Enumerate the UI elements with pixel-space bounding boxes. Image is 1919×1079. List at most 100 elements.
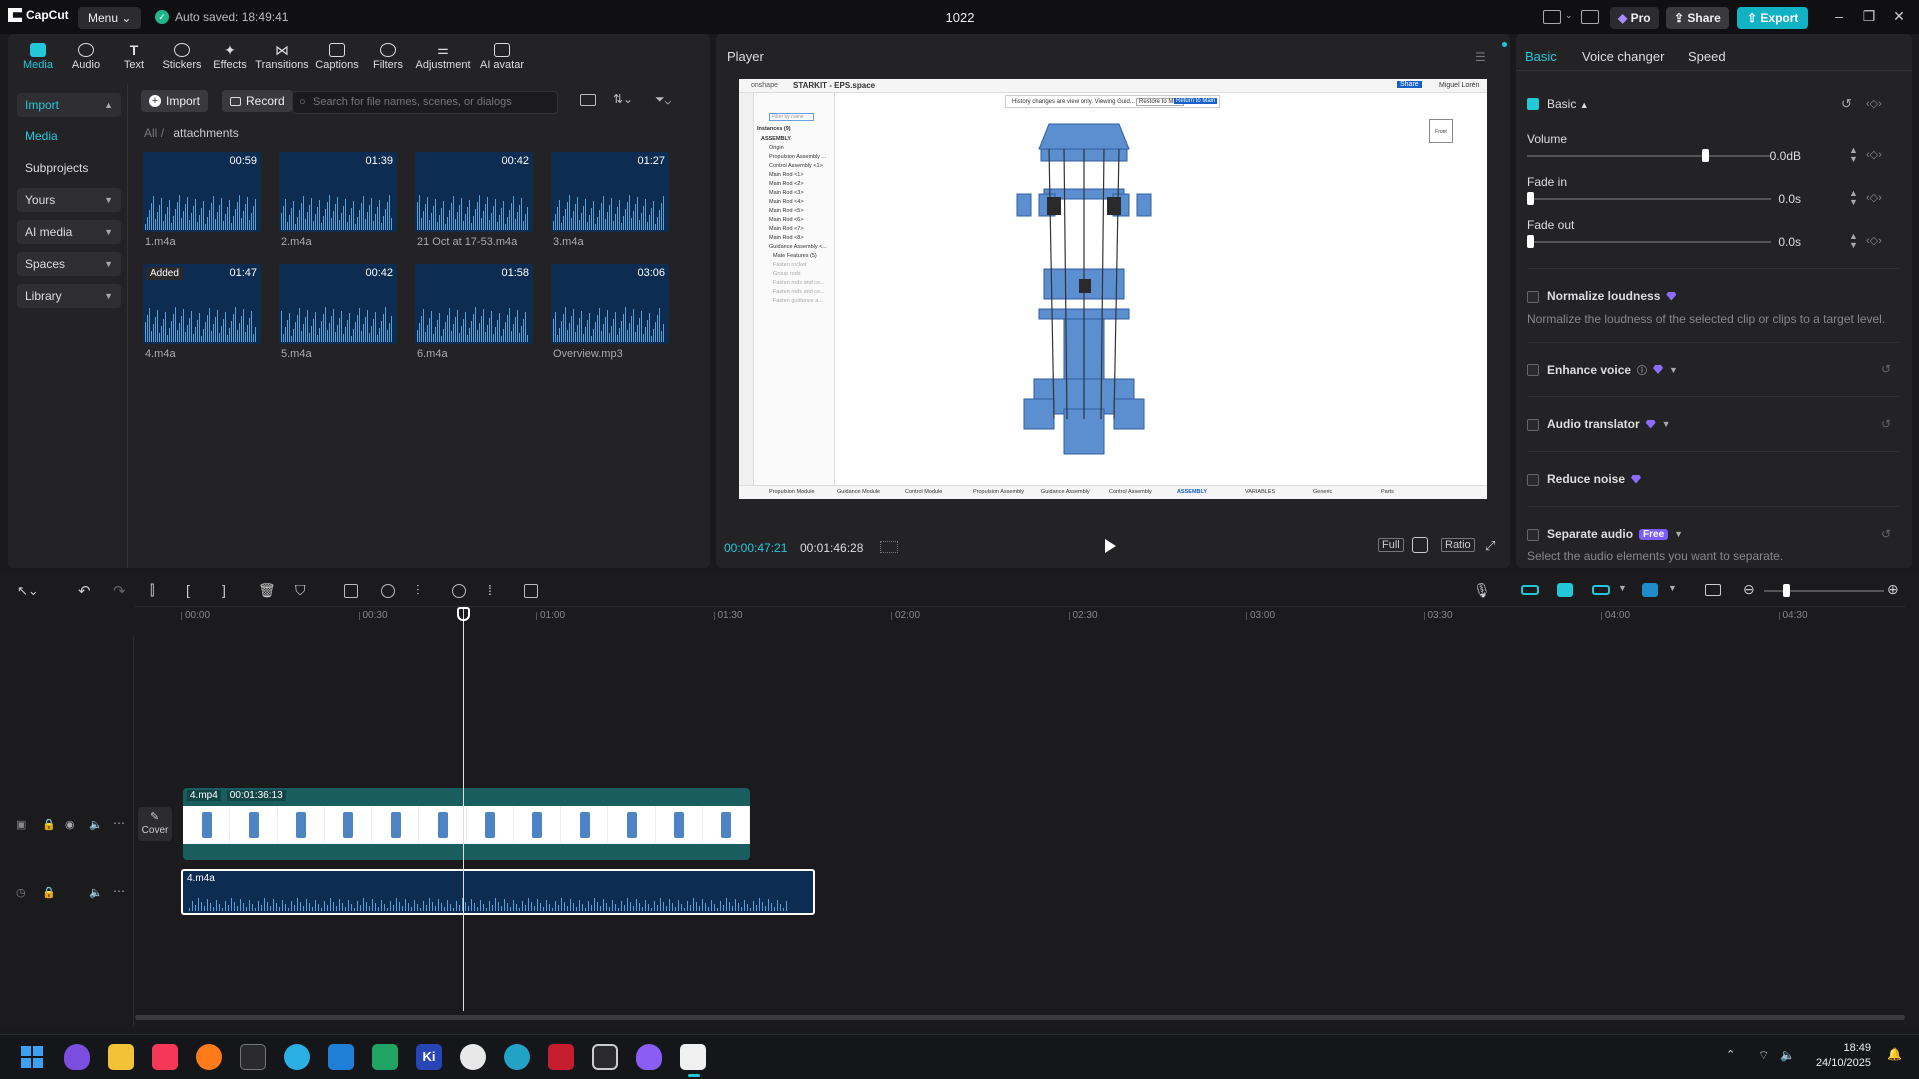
full-quality-button[interactable]: Full [1378,538,1404,552]
ai-effect-icon[interactable] [381,584,395,598]
delete-icon[interactable]: 🗑 [258,582,276,599]
chevron-down-icon[interactable]: ▼ [1662,419,1671,429]
zoom-knob[interactable] [1783,584,1790,597]
app-icon[interactable] [636,1044,662,1070]
tab-voice-changer[interactable]: Voice changer [1582,49,1664,64]
microphone-icon[interactable]: 🎙 [1473,582,1491,599]
player-viewport[interactable]: onshape STARKIT - EPS.space Share Miguel… [739,79,1487,499]
zoom-in-icon[interactable]: ⊕ [1887,581,1899,598]
linkage-icon[interactable] [1592,585,1610,595]
reset-icon[interactable]: ↺ [1881,417,1891,431]
lock-icon[interactable]: 🔒 [42,818,56,831]
tab-filters[interactable]: Filters [364,34,412,79]
sort-icon[interactable]: ⇅⌄ [613,92,633,106]
auto-snapping-icon[interactable] [1557,583,1573,597]
firefox-icon[interactable] [196,1044,222,1070]
trim-right-icon[interactable]: ] [222,582,226,598]
export-button[interactable]: ⇧ Export [1737,7,1809,29]
audio-translator-checkbox[interactable] [1527,419,1539,431]
tab-captions[interactable]: Captions [310,34,364,79]
side-item-spaces[interactable]: Spaces ▼ [17,252,121,276]
breadcrumb-folder[interactable]: attachments [173,126,238,140]
basic-section-header[interactable]: Basic ▲ [1547,97,1589,111]
fade-in-knob[interactable] [1527,192,1534,205]
info-icon[interactable]: ⓘ [1637,362,1647,377]
restore-icon[interactable]: ❐ [1859,8,1879,25]
filter-icon[interactable]: ⏷⌄ [655,92,671,107]
music-icon[interactable] [152,1044,178,1070]
import-button[interactable]: + Import [141,90,209,112]
equalizer-icon[interactable]: ⫶ [416,582,420,599]
stepper-icon[interactable]: ▲ ▼ [1849,146,1858,164]
fade-in-slider[interactable] [1527,198,1771,200]
side-item-library[interactable]: Library ▼ [17,284,121,308]
share-button[interactable]: ⇪ Share [1666,7,1729,29]
normalize-checkbox[interactable] [1527,291,1539,303]
lock-icon[interactable]: 🔒 [42,886,56,899]
close-icon[interactable]: ✕ [1889,8,1909,25]
reset-icon[interactable]: ↺ [1841,96,1852,112]
snapshot-icon[interactable] [1412,537,1428,553]
tab-media[interactable]: Media [14,34,62,79]
side-item-yours[interactable]: Yours ▼ [17,188,121,212]
chevron-down-icon[interactable]: ▼ [1669,365,1678,375]
stepper-icon[interactable]: ▲ ▼ [1849,189,1858,207]
video-clip[interactable]: 4.mp4 00:01:36:13 [183,788,750,860]
project-title[interactable]: 1022 [880,10,1040,25]
terminal-icon[interactable] [240,1044,266,1070]
media-item-thumbnail[interactable]: 00:59 [143,152,261,232]
trim-left-icon[interactable]: [ [186,582,190,598]
keyframe-icon[interactable]: ‹◇› [1866,97,1882,110]
media-item-thumbnail[interactable]: 01:27 [551,152,669,232]
replace-clip-icon[interactable] [344,584,358,598]
reset-icon[interactable]: ↺ [1881,527,1891,541]
remove-background-icon[interactable] [452,584,466,598]
tab-audio[interactable]: Audio [62,34,110,79]
fade-out-value[interactable]: 0.0s [1741,235,1801,249]
split-icon[interactable]: ⫿ [150,582,154,599]
sheets-icon[interactable] [372,1044,398,1070]
media-item-thumbnail[interactable]: 01:47 Added [143,264,261,344]
stepper-icon[interactable]: ▲ ▼ [1849,232,1858,250]
redo-icon[interactable]: ↷ [113,582,126,600]
audio-split-icon[interactable]: ⁞ [488,582,492,598]
volume-knob[interactable] [1702,149,1710,162]
media-item-thumbnail[interactable]: 01:39 [279,152,397,232]
shortcuts-icon[interactable] [1581,10,1599,24]
pro-button[interactable]: ◆ Pro [1610,7,1659,29]
audio-clip[interactable]: 4.m4a [181,869,815,915]
play-icon[interactable] [1105,539,1116,553]
chevron-down-icon[interactable]: ⌄ [1565,10,1573,21]
player-menu-icon[interactable]: ☰ [1475,50,1486,64]
reset-icon[interactable]: ↺ [1881,362,1891,376]
media-item-thumbnail[interactable]: 01:58 [415,264,533,344]
media-item-thumbnail[interactable]: 00:42 [279,264,397,344]
kicad-icon[interactable]: Ki [416,1044,442,1070]
side-item-media[interactable]: Media [17,124,121,148]
notification-icon[interactable]: 🔔 [1887,1047,1902,1061]
breadcrumb-all[interactable]: All [144,126,157,140]
timecode-grid-icon[interactable] [880,541,898,553]
shield-icon[interactable]: ⛉ [295,582,306,599]
fade-out-slider[interactable] [1527,241,1771,243]
preview-axis-icon[interactable] [1642,583,1658,597]
tab-transitions[interactable]: ⋈ Transitions [254,34,310,79]
windows-start-icon[interactable] [19,1044,45,1070]
tab-adjustment[interactable]: ⚌ Adjustment [412,34,474,79]
menu-button[interactable]: Menu ⌄ [78,7,142,29]
fade-in-value[interactable]: 0.0s [1741,192,1801,206]
view-mode-icon[interactable] [580,94,596,106]
speaker-icon[interactable]: 🔈 [89,818,103,831]
playhead[interactable] [463,607,464,1011]
media-item-thumbnail[interactable]: 00:42 [415,152,533,232]
more-icon[interactable]: ⋯ [113,884,125,898]
tab-ai-avatar[interactable]: AI avatar [474,34,530,79]
select-tool-icon[interactable]: ↖⌄ [17,583,39,599]
fullscreen-icon[interactable]: ⤢ [1485,538,1495,554]
playhead-handle[interactable] [457,607,470,621]
tab-basic[interactable]: Basic [1525,49,1557,64]
caption-icon[interactable] [1705,584,1721,596]
side-item-subprojects[interactable]: Subprojects [17,156,121,180]
main-track-magnet-icon[interactable] [1521,585,1539,595]
vscode-icon[interactable] [328,1044,354,1070]
